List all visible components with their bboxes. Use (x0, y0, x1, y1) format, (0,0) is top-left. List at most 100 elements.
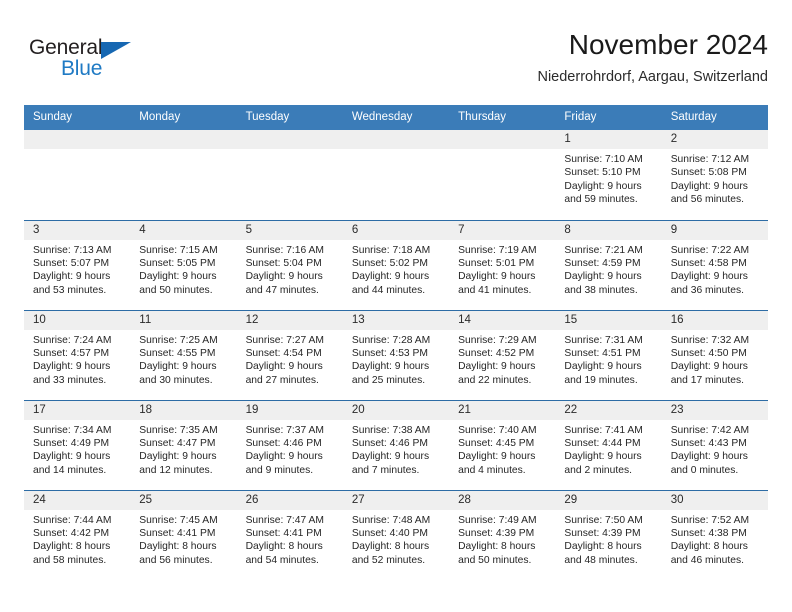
calendar-day-cell-empty (449, 130, 556, 220)
calendar-day-cell[interactable]: 6 Sunrise: 7:18 AM Sunset: 5:02 PM Daylig… (342, 219, 450, 310)
calendar-day-cell[interactable]: 27 Sunrise: 7:48 AM Sunset: 4:40 PM Dayli… (342, 489, 450, 580)
weekday-header-sunday: Sunday (24, 105, 131, 130)
triangle-icon (101, 42, 131, 59)
sun-times-info: Sunrise: 7:45 AM Sunset: 4:41 PM Dayligh… (139, 514, 218, 566)
sun-times-info: Sunrise: 7:52 AM Sunset: 4:38 PM Dayligh… (670, 514, 750, 566)
calendar-week-row: 17 Sunrise: 7:34 AM Sunset: 4:49 PM Dayli… (24, 399, 768, 490)
calendar-day-cell[interactable]: 11 Sunrise: 7:25 AM Sunset: 4:55 PM Dayli… (130, 309, 237, 400)
calendar-day-cell[interactable]: 18 Sunrise: 7:35 AM Sunset: 4:47 PM Dayli… (130, 399, 237, 490)
page-header: General Blue November 2024 Niederrohrdor… (24, 28, 768, 100)
calendar-day-cell[interactable]: 8 Sunrise: 7:21 AM Sunset: 4:59 PM Daylig… (555, 219, 662, 310)
calendar-day-cell[interactable]: 2 Sunrise: 7:12 AM Sunset: 5:08 PM Daylig… (661, 130, 768, 220)
sun-times-info: Sunrise: 7:19 AM Sunset: 5:01 PM Dayligh… (458, 244, 537, 296)
day-number (236, 130, 343, 149)
day-number: 23 (661, 400, 768, 420)
logo-text-blue: Blue (61, 57, 103, 80)
day-number: 3 (24, 220, 131, 240)
calendar-day-cell[interactable]: 19 Sunrise: 7:37 AM Sunset: 4:46 PM Dayli… (236, 399, 343, 490)
day-number (449, 130, 556, 149)
page-title: November 2024 (568, 29, 768, 60)
sun-times-info: Sunrise: 7:21 AM Sunset: 4:59 PM Dayligh… (564, 244, 643, 296)
calendar-week-row: 1 Sunrise: 7:10 AM Sunset: 5:10 PM Daylig… (24, 130, 768, 220)
calendar-day-cell[interactable]: 3 Sunrise: 7:13 AM Sunset: 5:07 PM Daylig… (24, 219, 131, 310)
calendar-day-cell[interactable]: 10 Sunrise: 7:24 AM Sunset: 4:57 PM Dayli… (24, 309, 131, 400)
day-number: 1 (555, 130, 662, 149)
calendar-day-cell[interactable]: 28 Sunrise: 7:49 AM Sunset: 4:39 PM Dayli… (449, 489, 556, 580)
day-number: 4 (130, 220, 237, 240)
day-number: 20 (342, 400, 450, 420)
general-blue-logo: General Blue (29, 36, 149, 84)
location-subtitle: Niederrohrdorf, Aargau, Switzerland (537, 69, 768, 85)
day-number: 7 (449, 220, 556, 240)
calendar-day-cell[interactable]: 4 Sunrise: 7:15 AM Sunset: 5:05 PM Daylig… (130, 219, 237, 310)
sun-times-info: Sunrise: 7:13 AM Sunset: 5:07 PM Dayligh… (33, 244, 112, 296)
calendar-day-cell[interactable]: 26 Sunrise: 7:47 AM Sunset: 4:41 PM Dayli… (236, 489, 343, 580)
weekday-header-wednesday: Wednesday (342, 105, 450, 130)
calendar-day-cell[interactable]: 1 Sunrise: 7:10 AM Sunset: 5:10 PM Daylig… (555, 130, 662, 220)
day-number: 22 (555, 400, 662, 420)
calendar-day-cell[interactable]: 14 Sunrise: 7:29 AM Sunset: 4:52 PM Dayli… (449, 309, 556, 400)
day-number (130, 130, 237, 149)
calendar-page: General Blue November 2024 Niederrohrdor… (0, 0, 792, 612)
day-number: 10 (24, 310, 131, 330)
day-number: 5 (236, 220, 343, 240)
calendar-day-cell[interactable]: 30 Sunrise: 7:52 AM Sunset: 4:38 PM Dayli… (661, 489, 768, 580)
sun-times-info: Sunrise: 7:18 AM Sunset: 5:02 PM Dayligh… (351, 244, 431, 296)
day-number: 30 (661, 490, 768, 510)
calendar-day-cell[interactable]: 15 Sunrise: 7:31 AM Sunset: 4:51 PM Dayli… (555, 309, 662, 400)
day-number: 26 (236, 490, 343, 510)
sun-times-info: Sunrise: 7:35 AM Sunset: 4:47 PM Dayligh… (139, 424, 218, 476)
day-number: 2 (661, 130, 768, 149)
calendar-day-cell[interactable]: 9 Sunrise: 7:22 AM Sunset: 4:58 PM Daylig… (661, 219, 768, 310)
sun-times-info: Sunrise: 7:31 AM Sunset: 4:51 PM Dayligh… (564, 334, 643, 386)
title-block: November 2024 Niederrohrdorf, Aargau, Sw… (537, 28, 768, 88)
sun-times-info: Sunrise: 7:28 AM Sunset: 4:53 PM Dayligh… (351, 334, 431, 386)
sun-times-info: Sunrise: 7:48 AM Sunset: 4:40 PM Dayligh… (351, 514, 431, 566)
weekday-header-saturday: Saturday (661, 105, 768, 130)
sun-times-info: Sunrise: 7:32 AM Sunset: 4:50 PM Dayligh… (670, 334, 750, 386)
calendar-week-row: 10 Sunrise: 7:24 AM Sunset: 4:57 PM Dayli… (24, 309, 768, 400)
sun-times-info: Sunrise: 7:40 AM Sunset: 4:45 PM Dayligh… (458, 424, 537, 476)
calendar-day-cell-empty (342, 130, 450, 220)
sun-times-info: Sunrise: 7:34 AM Sunset: 4:49 PM Dayligh… (33, 424, 112, 476)
sun-times-info: Sunrise: 7:22 AM Sunset: 4:58 PM Dayligh… (670, 244, 750, 296)
sun-times-info: Sunrise: 7:49 AM Sunset: 4:39 PM Dayligh… (458, 514, 537, 566)
calendar-day-cell[interactable]: 5 Sunrise: 7:16 AM Sunset: 5:04 PM Daylig… (236, 219, 343, 310)
sun-times-info: Sunrise: 7:44 AM Sunset: 4:42 PM Dayligh… (33, 514, 112, 566)
calendar-day-cell[interactable]: 24 Sunrise: 7:44 AM Sunset: 4:42 PM Dayli… (24, 489, 131, 580)
calendar-day-cell[interactable]: 7 Sunrise: 7:19 AM Sunset: 5:01 PM Daylig… (449, 219, 556, 310)
calendar-day-cell[interactable]: 17 Sunrise: 7:34 AM Sunset: 4:49 PM Dayli… (24, 399, 131, 490)
sun-times-info: Sunrise: 7:42 AM Sunset: 4:43 PM Dayligh… (670, 424, 750, 476)
sun-times-info: Sunrise: 7:12 AM Sunset: 5:08 PM Dayligh… (670, 154, 750, 206)
calendar-day-cell[interactable]: 21 Sunrise: 7:40 AM Sunset: 4:45 PM Dayli… (449, 399, 556, 490)
calendar-day-cell[interactable]: 13 Sunrise: 7:28 AM Sunset: 4:53 PM Dayli… (342, 309, 450, 400)
calendar-day-cell[interactable]: 12 Sunrise: 7:27 AM Sunset: 4:54 PM Dayli… (236, 309, 343, 400)
calendar-day-cell[interactable]: 20 Sunrise: 7:38 AM Sunset: 4:46 PM Dayli… (342, 399, 450, 490)
day-number: 24 (24, 490, 131, 510)
weekday-header-tuesday: Tuesday (236, 105, 343, 130)
day-number: 18 (130, 400, 237, 420)
calendar-day-cell[interactable]: 23 Sunrise: 7:42 AM Sunset: 4:43 PM Dayli… (661, 399, 768, 490)
day-number: 12 (236, 310, 343, 330)
weekday-header-friday: Friday (555, 105, 662, 130)
sun-times-info: Sunrise: 7:27 AM Sunset: 4:54 PM Dayligh… (245, 334, 324, 386)
weekday-header-monday: Monday (130, 105, 237, 130)
calendar-day-cell-empty (130, 130, 237, 220)
sun-times-info: Sunrise: 7:47 AM Sunset: 4:41 PM Dayligh… (245, 514, 324, 566)
calendar-day-cell[interactable]: 16 Sunrise: 7:32 AM Sunset: 4:50 PM Dayli… (661, 309, 768, 400)
calendar-day-cell[interactable]: 22 Sunrise: 7:41 AM Sunset: 4:44 PM Dayli… (555, 399, 662, 490)
day-number: 21 (449, 400, 556, 420)
calendar-day-cell[interactable]: 29 Sunrise: 7:50 AM Sunset: 4:39 PM Dayli… (555, 489, 662, 580)
day-number: 28 (449, 490, 556, 510)
sun-times-info: Sunrise: 7:41 AM Sunset: 4:44 PM Dayligh… (564, 424, 643, 476)
day-number: 14 (449, 310, 556, 330)
day-number: 17 (24, 400, 131, 420)
calendar-week-row: 3 Sunrise: 7:13 AM Sunset: 5:07 PM Daylig… (24, 219, 768, 310)
day-number: 6 (342, 220, 450, 240)
calendar-table: Sunday Monday Tuesday Wednesday Thursday… (24, 105, 768, 580)
day-number: 16 (661, 310, 768, 330)
calendar-day-cell[interactable]: 25 Sunrise: 7:45 AM Sunset: 4:41 PM Dayli… (130, 489, 237, 580)
day-number: 25 (130, 490, 237, 510)
day-number: 29 (555, 490, 662, 510)
day-number: 13 (342, 310, 450, 330)
